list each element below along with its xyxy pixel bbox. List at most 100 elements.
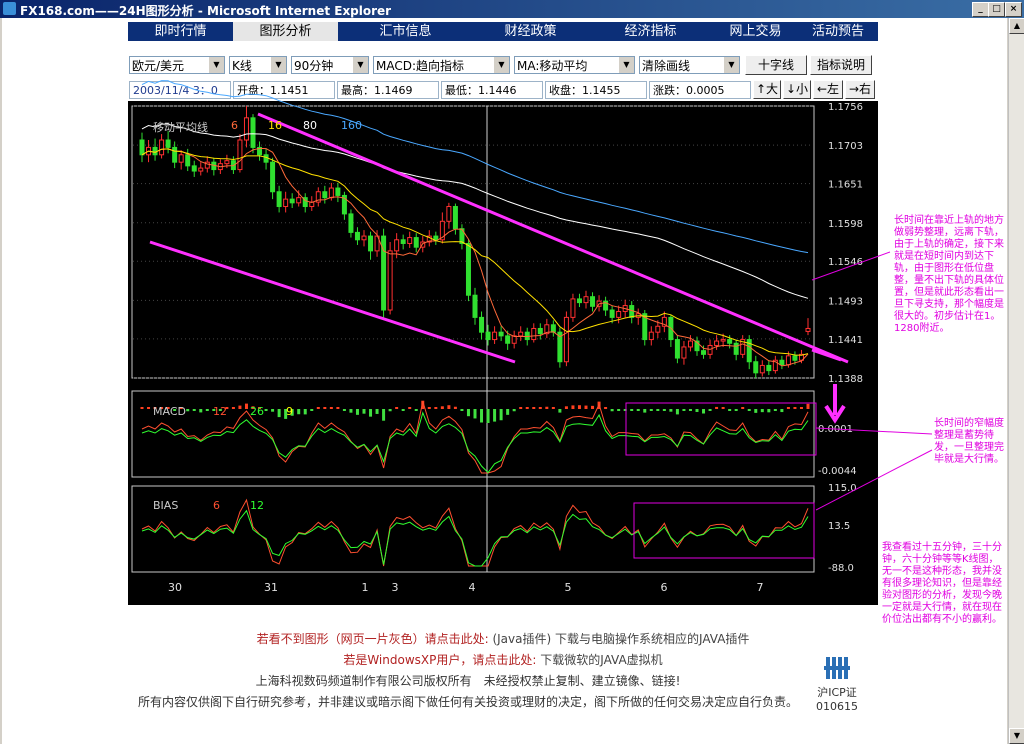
candle-body: [505, 335, 511, 344]
candle-body: [753, 361, 759, 374]
macd-bar: [708, 409, 712, 411]
candle-body: [674, 339, 680, 359]
date-tick-label: 6: [661, 581, 668, 594]
bias-legend-12: 12: [250, 499, 264, 512]
macd-bar: [571, 405, 575, 409]
candle-body: [283, 198, 289, 208]
candle-body: [328, 187, 334, 199]
bias-tick-label: 115.0: [828, 483, 857, 494]
candle-body: [407, 237, 413, 244]
macd-bar: [277, 409, 281, 418]
candle-body: [178, 154, 184, 163]
candle-body: [198, 167, 204, 172]
macd-bar: [721, 407, 725, 409]
macd-bar: [754, 409, 758, 413]
price-tick-label: 1.1493: [828, 296, 863, 307]
bias-tick-label: -88.0: [828, 563, 854, 574]
candle-body: [792, 355, 798, 361]
ma-legend-16: 16: [268, 119, 282, 132]
candle-body: [348, 213, 354, 233]
candle-body: [361, 235, 367, 241]
macd-bar: [486, 409, 490, 423]
candle-body: [472, 294, 478, 318]
macd-bar: [362, 409, 366, 414]
candle-body: [681, 346, 687, 359]
macd-legend-12: 12: [213, 405, 227, 418]
macd-bar: [604, 407, 608, 409]
macd-line-26: [141, 411, 809, 474]
macd-bar: [375, 409, 379, 414]
candle-body: [785, 355, 791, 366]
macd-bar: [140, 407, 144, 409]
price-tick-label: 1.1441: [828, 335, 863, 346]
date-tick-label: 31: [264, 581, 278, 594]
macd-bar: [264, 409, 268, 411]
footer-java-hint: 若看不到图形（网页一片灰色）请点击此处:: [256, 632, 489, 646]
macd-bar: [199, 409, 203, 413]
macd-bar: [695, 409, 699, 412]
candle-body: [609, 309, 615, 318]
icp-logo-icon: [824, 657, 850, 679]
macd-bar: [610, 409, 614, 412]
price-tick-label: 1.1598: [828, 219, 863, 230]
macd-bar: [545, 406, 549, 409]
candle-body: [387, 250, 393, 311]
price-tick-label: 1.1703: [828, 141, 863, 152]
candle-body: [185, 154, 191, 167]
macd-bar: [747, 409, 751, 411]
candle-body: [296, 197, 302, 204]
lower-trendline: [149, 240, 516, 364]
price-tick-label: 1.1756: [828, 102, 863, 113]
candle-body: [139, 139, 145, 156]
macd-bar: [656, 409, 660, 411]
candle-body: [498, 331, 504, 337]
macd-legend-9: 9: [286, 405, 293, 418]
candle-body: [400, 239, 406, 244]
candle-body: [537, 327, 543, 335]
macd-bar: [630, 409, 634, 411]
macd-bar: [793, 407, 797, 409]
macd-bar: [519, 407, 523, 409]
macd-legend-title: MACD: [153, 405, 186, 418]
macd-bar: [741, 407, 745, 409]
macd-bar: [453, 406, 457, 409]
icp-badge[interactable]: 沪ICP证 010615: [812, 655, 862, 713]
macd-bar: [728, 409, 732, 411]
macd-bar: [499, 409, 503, 421]
annotation-connector-1: [811, 251, 891, 281]
footer-java-plugin-link[interactable]: (Java插件): [492, 632, 551, 646]
candle-body: [322, 191, 328, 199]
macd-bar: [310, 409, 314, 411]
macd-bar: [369, 409, 373, 417]
macd-bar: [316, 407, 320, 409]
macd-bar: [323, 407, 327, 409]
annotation-middle: 长时间的窄幅度整理是蓄势待发，一旦整理完毕就是大行情。: [934, 418, 1004, 465]
candle-body: [805, 327, 811, 332]
footer-jvm-link[interactable]: 下载微软的JAVA虚拟机: [540, 653, 662, 667]
macd-bar: [669, 409, 673, 412]
candle-body: [492, 331, 498, 341]
candle-body: [485, 331, 491, 341]
candle-body: [335, 187, 341, 196]
macd-bar: [147, 407, 151, 409]
macd-bar: [447, 405, 451, 409]
bias-line-6: [141, 498, 809, 567]
date-tick-label: 30: [168, 581, 182, 594]
macd-tick-label: -0.0044: [818, 466, 857, 477]
macd-bar: [662, 409, 666, 411]
footer-java-download-link[interactable]: 下载与电脑操作系统相应的JAVA插件: [555, 632, 749, 646]
macd-bar: [551, 407, 555, 409]
ma-legend-title: 移动平均线: [153, 121, 208, 134]
candle-body: [733, 342, 739, 355]
date-tick-label: 3: [392, 581, 399, 594]
macd-bar: [506, 409, 510, 415]
macd-bar: [329, 407, 333, 409]
ma-line-6: [141, 147, 809, 367]
macd-legend-26: 26: [250, 405, 264, 418]
candle-body: [720, 339, 726, 342]
macd-bar: [715, 406, 719, 409]
macd-bar: [440, 406, 444, 409]
candle-body: [655, 325, 661, 333]
candle-body: [590, 296, 596, 307]
macd-bar: [473, 409, 477, 419]
